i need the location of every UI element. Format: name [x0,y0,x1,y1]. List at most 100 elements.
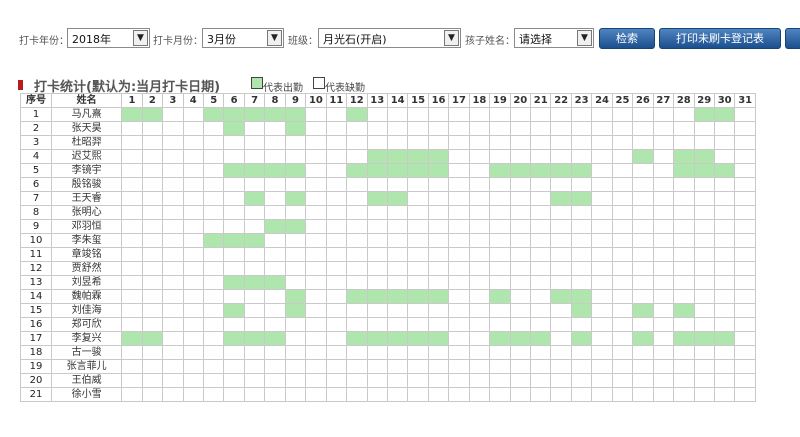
attendance-cell-absent [652,107,675,122]
attendance-cell-present [223,303,245,318]
attendance-cell-absent [202,163,225,178]
attendance-cell-absent [305,219,327,234]
attendance-cell-absent [529,233,552,248]
attendance-cell-absent [489,387,511,402]
attendance-cell-absent [611,191,634,206]
attendance-cell-present [366,289,388,304]
child-select[interactable]: 请选择 ▼ [514,28,594,48]
attendance-cell-absent [346,233,368,248]
attendance-cell-absent [468,149,491,164]
print-unswiped-button[interactable]: 打印未刷卡登记表 [659,28,781,49]
attendance-cell-absent [427,135,450,150]
attendance-cell-absent [734,303,756,318]
attendance-cell-present [223,163,245,178]
attendance-cell-absent [570,373,593,388]
attendance-cell-absent [386,275,409,290]
attendance-cell-absent [529,205,552,220]
table-row: 20 王伯威 [19,373,756,388]
attendance-cell-absent [182,303,205,318]
attendance-cell-absent [202,135,225,150]
more-button[interactable] [785,28,800,49]
attendance-cell-absent [713,359,736,374]
year-select[interactable]: 2018年 ▼ [67,28,150,48]
attendance-cell-absent [284,275,307,290]
attendance-cell-absent [407,275,429,290]
attendance-cell-absent [121,373,143,388]
class-select[interactable]: 月光石(开启) ▼ [318,28,461,48]
attendance-cell-absent [264,317,286,332]
attendance-cell-absent [386,107,409,122]
attendance-cell-absent [223,191,245,206]
attendance-cell-absent [264,149,286,164]
attendance-cell-absent [141,275,164,290]
attendance-cell-absent [693,387,715,402]
attendance-cell-absent [591,345,613,360]
month-select[interactable]: 3月份 ▼ [202,28,284,48]
attendance-cell-present [366,149,388,164]
attendance-cell-absent [223,345,245,360]
attendance-cell-absent [468,191,491,206]
attendance-cell-absent [550,317,572,332]
attendance-cell-present [632,303,654,318]
attendance-cell-absent [652,345,675,360]
table-row: 4 迟艾熙 [19,149,756,164]
attendance-cell-absent [529,345,552,360]
attendance-cell-absent [325,205,348,220]
attendance-cell-present [407,149,429,164]
attendance-cell-absent [673,247,695,262]
attendance-cell-absent [427,387,450,402]
attendance-cell-absent [407,317,429,332]
attendance-cell-present [550,289,572,304]
attendance-cell-absent [591,289,613,304]
attendance-cell-absent [386,135,409,150]
attendance-cell-absent [693,373,715,388]
attendance-cell-present [386,289,409,304]
attendance-cell-present [243,163,266,178]
attendance-cell-absent [284,387,307,402]
attendance-cell-absent [591,387,613,402]
attendance-cell-absent [346,135,368,150]
attendance-cell-absent [550,219,572,234]
attendance-cell-absent [182,275,205,290]
attendance-cell-absent [591,261,613,276]
class-select-value: 月光石(开启) [323,33,387,46]
attendance-cell-absent [734,233,756,248]
attendance-cell-absent [162,247,184,262]
attendance-cell-absent [305,135,327,150]
search-button[interactable]: 检索 [599,28,655,49]
attendance-cell-absent [652,289,675,304]
attendance-cell-absent [202,191,225,206]
attendance-cell-absent [141,303,164,318]
attendance-cell-absent [386,233,409,248]
attendance-cell-absent [243,121,266,136]
table-row: 5 李镜宇 [19,163,756,178]
day-column-header: 31 [734,93,756,108]
attendance-cell-absent [243,373,266,388]
attendance-cell-absent [386,345,409,360]
attendance-cell-absent [121,149,143,164]
attendance-cell-absent [346,177,368,192]
attendance-cell-absent [734,261,756,276]
attendance-cell-absent [489,121,511,136]
attendance-cell-absent [550,275,572,290]
attendance-cell-absent [264,303,286,318]
attendance-cell-absent [529,177,552,192]
attendance-cell-absent [284,261,307,276]
attendance-cell-absent [673,205,695,220]
day-column-header: 3 [162,93,184,108]
attendance-cell-absent [591,233,613,248]
attendance-cell-absent [734,373,756,388]
attendance-cell-absent [529,289,552,304]
attendance-cell-absent [713,205,736,220]
table-row: 1 马凡熹 [19,107,756,122]
attendance-cell-absent [550,331,572,346]
attendance-cell-absent [346,303,368,318]
absent-legend-label: 代表缺勤 [325,83,365,94]
attendance-cell-absent [264,247,286,262]
attendance-cell-present [550,163,572,178]
attendance-cell-absent [325,373,348,388]
attendance-cell-absent [529,359,552,374]
attendance-cell-absent [141,135,164,150]
attendance-cell-absent [182,163,205,178]
attendance-cell-present [407,289,429,304]
